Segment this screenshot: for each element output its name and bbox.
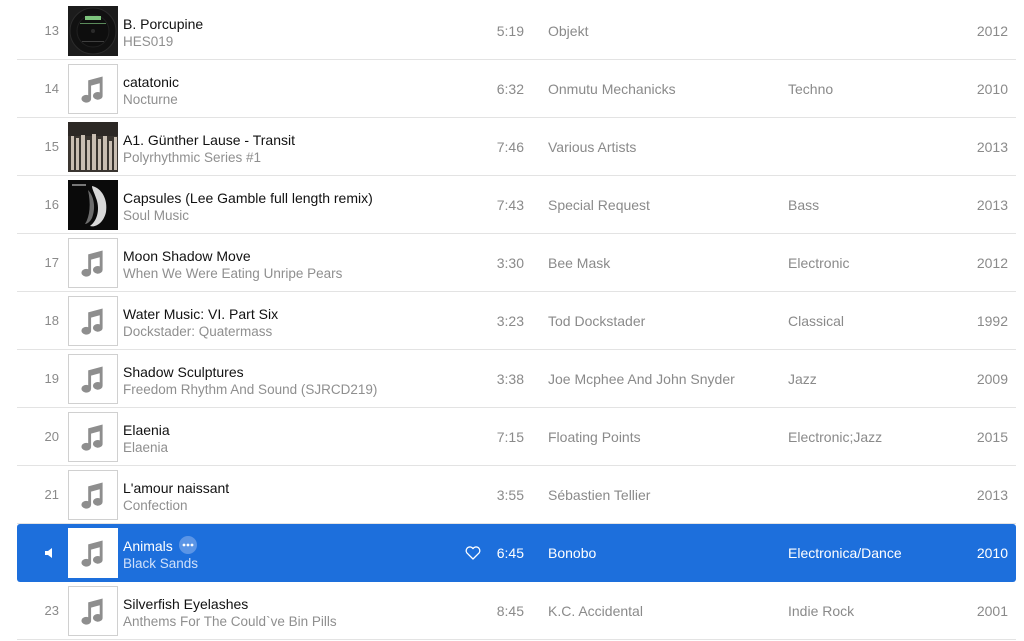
track-title: Elaenia — [123, 422, 170, 438]
more-options-button[interactable] — [178, 536, 197, 555]
track-artist: Onmutu Mechanicks — [548, 81, 676, 97]
track-album: Polyrhythmic Series #1 — [123, 150, 262, 165]
track-row[interactable]: 14 catatonic Nocturne 6:32 Onmutu Mechan… — [0, 60, 1024, 118]
track-duration: 3:55 — [496, 487, 524, 503]
music-note-icon — [68, 586, 118, 636]
track-album: Black Sands — [123, 556, 199, 571]
track-artist: Special Request — [548, 197, 650, 213]
track-artist: Objekt — [548, 23, 589, 39]
track-genre: Electronic — [788, 255, 850, 271]
track-duration: 3:23 — [496, 313, 524, 329]
track-year: 2013 — [976, 197, 1008, 213]
track-row[interactable]: 15 A1. Günther Lause - Transit Polyrhyth… — [0, 118, 1024, 176]
track-year: 2012 — [976, 255, 1008, 271]
music-note-icon — [68, 412, 118, 462]
track-number: 14 — [44, 81, 59, 96]
track-genre: Electronica/Dance — [788, 545, 902, 561]
track-number: 23 — [44, 603, 59, 618]
track-album: Dockstader: Quatermass — [123, 324, 273, 339]
track-year: 2015 — [976, 429, 1008, 445]
track-title: Water Music: VI. Part Six — [123, 306, 279, 322]
track-genre: Electronic;Jazz — [788, 429, 883, 445]
track-duration: 3:30 — [496, 255, 524, 271]
track-genre: Indie Rock — [788, 603, 855, 619]
track-duration: 7:43 — [496, 197, 524, 213]
music-note-icon — [68, 354, 118, 404]
track-artist: Floating Points — [548, 429, 641, 445]
track-number: 16 — [44, 197, 59, 212]
track-number: 19 — [44, 371, 59, 386]
track-duration: 7:46 — [496, 139, 524, 155]
track-artist: Sébastien Tellier — [548, 487, 651, 503]
track-duration: 7:15 — [496, 429, 524, 445]
track-album: Soul Music — [123, 208, 190, 223]
track-number: 13 — [44, 23, 59, 38]
track-year: 2010 — [976, 81, 1008, 97]
track-row[interactable]: 16 Capsules (Lee Gamble full length remi… — [0, 176, 1024, 234]
track-year: 2013 — [976, 487, 1008, 503]
track-duration: 8:45 — [496, 603, 524, 619]
track-artist: K.C. Accidental — [548, 603, 643, 619]
track-artist: Various Artists — [548, 139, 637, 155]
track-row[interactable]: 21 L'amour naissant Confection 3:55 Séba… — [0, 466, 1024, 524]
track-number: 18 — [44, 313, 59, 328]
track-artist: Tod Dockstader — [548, 313, 646, 329]
track-row[interactable]: 23 Silverfish Eyelashes Anthems For The … — [0, 582, 1024, 640]
track-genre: Jazz — [788, 371, 817, 387]
track-title: B. Porcupine — [123, 16, 204, 32]
track-title: A1. Günther Lause - Transit — [123, 132, 295, 148]
track-number: 15 — [44, 139, 59, 154]
track-album: When We Were Eating Unripe Pears — [123, 266, 343, 281]
track-title: Capsules (Lee Gamble full length remix) — [123, 190, 373, 206]
track-title: L'amour naissant — [123, 480, 230, 496]
track-year: 2009 — [976, 371, 1008, 387]
track-title-container: Animals — [123, 536, 197, 556]
track-duration: 6:45 — [496, 545, 524, 561]
track-genre: Classical — [788, 313, 845, 329]
track-year: 2013 — [976, 139, 1008, 155]
album-art-polyrhythmic — [68, 122, 118, 172]
track-title: Shadow Sculptures — [123, 364, 244, 380]
track-year: 2010 — [976, 545, 1008, 561]
track-title: Silverfish Eyelashes — [123, 596, 249, 612]
track-genre: Techno — [788, 81, 834, 97]
track-year: 2012 — [976, 23, 1008, 39]
track-artist: Bee Mask — [548, 255, 611, 271]
music-note-icon — [68, 238, 118, 288]
album-art-objekt — [68, 6, 118, 56]
track-album: HES019 — [123, 34, 174, 49]
music-note-icon — [68, 470, 118, 520]
track-title: Animals — [123, 538, 173, 554]
track-number: 20 — [44, 429, 59, 444]
track-row[interactable]: 13 B. Porcupine HES019 5:19 Objekt 2012 — [0, 2, 1024, 60]
track-artist: Bonobo — [548, 545, 597, 561]
track-year: 2001 — [976, 603, 1008, 619]
track-genre: Bass — [788, 197, 820, 213]
track-number: 17 — [44, 255, 59, 270]
music-note-icon — [68, 296, 118, 346]
track-album: Confection — [123, 498, 188, 513]
track-row[interactable]: 20 Elaenia Elaenia 7:15 Floating Points … — [0, 408, 1024, 466]
track-album: Nocturne — [123, 92, 178, 107]
track-list: 13 B. Porcupine HES019 5:19 Objekt 2012 … — [0, 2, 1024, 640]
track-row[interactable]: 17 Moon Shadow Move When We Were Eating … — [0, 234, 1024, 292]
track-row[interactable]: 18 Water Music: VI. Part Six Dockstader:… — [0, 292, 1024, 350]
track-artist: Joe Mcphee And John Snyder — [548, 371, 735, 387]
now-playing-speaker-icon — [43, 546, 57, 560]
track-year: 1992 — [976, 313, 1008, 329]
track-duration: 3:38 — [496, 371, 524, 387]
track-row-selected[interactable]: Animals Black Sands 6:45 Bonobo Electron… — [17, 524, 1016, 582]
track-album: Freedom Rhythm And Sound (SJRCD219) — [123, 382, 378, 397]
album-art-soul-music — [68, 180, 118, 230]
track-duration: 6:32 — [496, 81, 524, 97]
music-note-icon — [68, 528, 118, 578]
track-album: Anthems For The Could`ve Bin Pills — [123, 614, 337, 629]
music-note-icon — [68, 64, 118, 114]
track-title: catatonic — [123, 74, 180, 90]
track-album: Elaenia — [123, 440, 169, 455]
track-number: 21 — [44, 487, 59, 502]
track-row[interactable]: 19 Shadow Sculptures Freedom Rhythm And … — [0, 350, 1024, 408]
track-duration: 5:19 — [496, 23, 524, 39]
track-title: Moon Shadow Move — [123, 248, 251, 264]
